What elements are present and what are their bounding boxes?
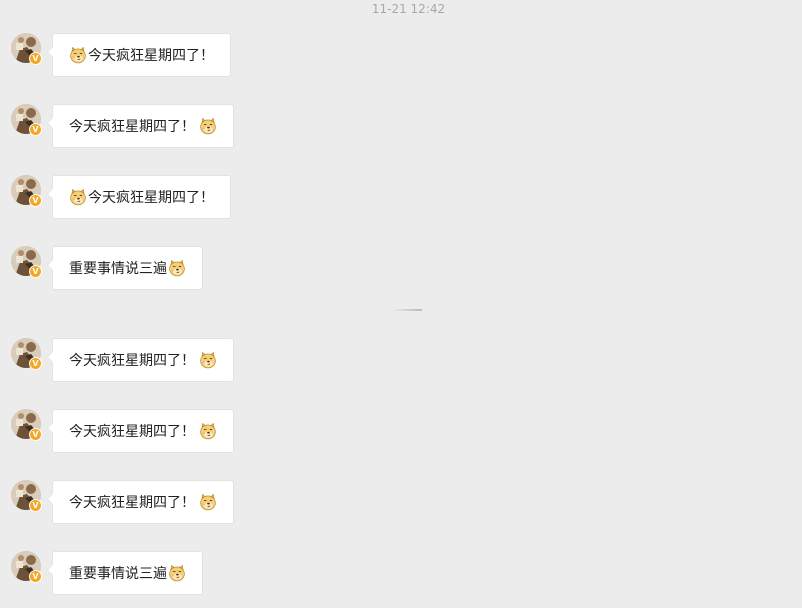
verified-badge: V <box>29 52 42 65</box>
verified-badge: V <box>29 499 42 512</box>
verified-badge: V <box>29 194 42 207</box>
verified-badge: V <box>29 123 42 136</box>
message-bubble[interactable]: 今天疯狂星期四了！ <box>47 175 231 219</box>
message-text: 今天疯狂星期四了！ <box>69 353 195 369</box>
timestamp: 11-21 12:42 <box>371 2 446 16</box>
message-bubble[interactable]: 重要事情说三遍 <box>47 551 203 595</box>
message-text: 今天疯狂星期四了！ <box>69 424 195 440</box>
message-bubble[interactable]: 今天疯狂星期四了！ <box>47 104 234 148</box>
doge-icon <box>69 46 87 64</box>
doge-icon <box>199 117 217 135</box>
doge-icon <box>168 564 186 582</box>
message-text: 今天疯狂星期四了！ <box>88 48 214 64</box>
message-bubble[interactable]: 重要事情说三遍 <box>47 246 203 290</box>
message-bubble[interactable]: 今天疯狂星期四了！ <box>47 33 231 77</box>
doge-icon <box>199 422 217 440</box>
message-bubble[interactable]: 今天疯狂星期四了！ <box>47 409 234 453</box>
message-bubble[interactable]: 今天疯狂星期四了！ <box>47 480 234 524</box>
message-text: 重要事情说三遍 <box>69 261 167 277</box>
verified-badge: V <box>29 570 42 583</box>
message-text: 今天疯狂星期四了！ <box>69 119 195 135</box>
doge-icon <box>168 259 186 277</box>
doge-icon <box>69 188 87 206</box>
verified-badge: V <box>29 265 42 278</box>
verified-badge: V <box>29 357 42 370</box>
message-text: 今天疯狂星期四了！ <box>88 190 214 206</box>
message-bubble[interactable]: 今天疯狂星期四了！ <box>47 338 234 382</box>
message-text: 重要事情说三遍 <box>69 566 167 582</box>
message-text: 今天疯狂星期四了！ <box>69 495 195 511</box>
verified-badge: V <box>29 428 42 441</box>
doge-icon <box>199 351 217 369</box>
doge-icon <box>199 493 217 511</box>
loading-divider <box>391 309 422 311</box>
